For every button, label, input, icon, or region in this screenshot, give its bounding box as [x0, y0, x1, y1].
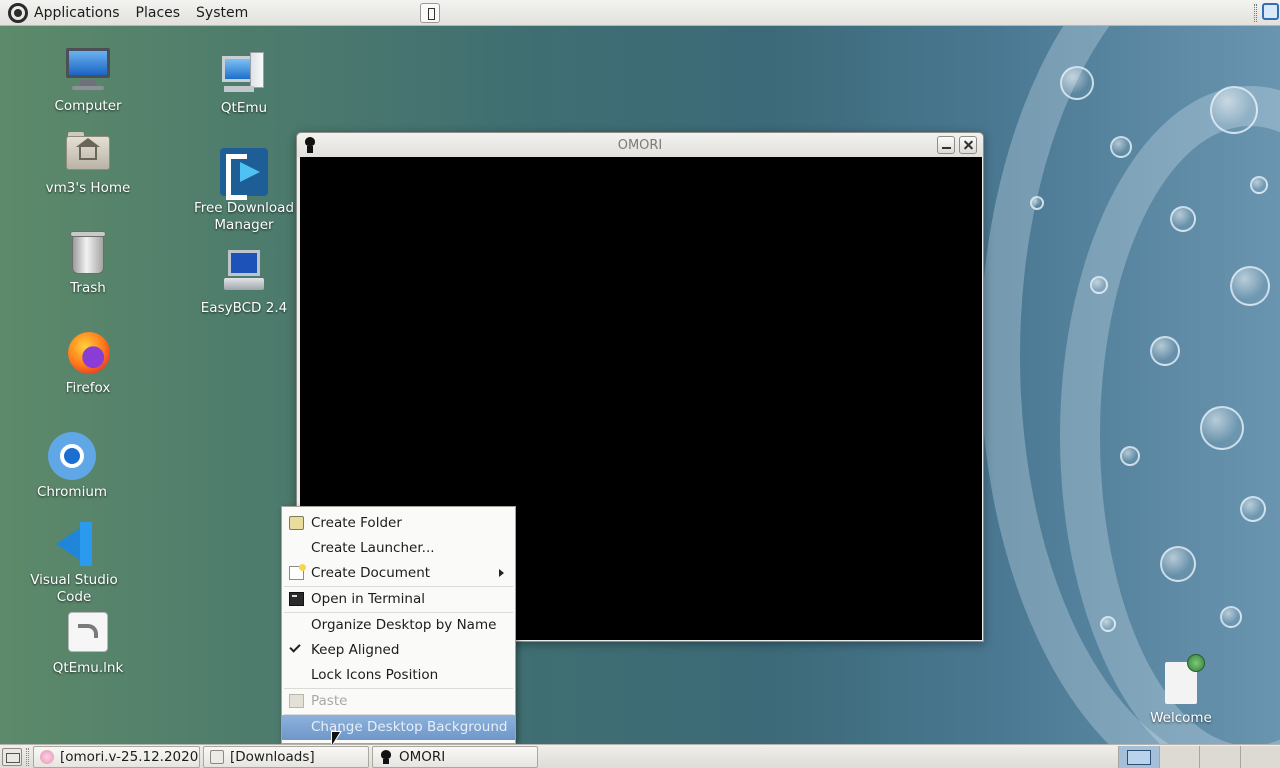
places-menu[interactable]: Places: [128, 0, 189, 26]
workspace-1[interactable]: [1118, 746, 1159, 768]
desktop-icon-label: Welcome: [1150, 710, 1212, 726]
places-menu-label: Places: [135, 4, 181, 21]
folder-icon: [210, 750, 224, 764]
desktop-icon-fdm[interactable]: Free Download Manager: [189, 148, 299, 234]
paste-icon: [289, 694, 304, 708]
close-button[interactable]: [959, 136, 977, 154]
workspace-4[interactable]: [1239, 746, 1280, 768]
menu-item-label: Create Document: [311, 565, 431, 581]
archive-icon: [40, 750, 54, 764]
omori-app-icon: [379, 750, 393, 764]
workspace-switcher[interactable]: [1118, 746, 1280, 768]
desktop-icon-label: Visual Studio Code: [30, 572, 118, 605]
taskbar-item-omori-archive[interactable]: [omori.v-25.12.2020...: [33, 746, 200, 768]
terminal-icon: [289, 592, 304, 606]
desktop-icon-vscode[interactable]: Visual Studio Code: [14, 520, 134, 606]
menu-item-create-folder[interactable]: Create Folder: [282, 511, 515, 536]
menu-item-label: Organize Desktop by Name: [311, 617, 497, 633]
distro-logo-icon: [8, 2, 28, 23]
desktop-icon-firefox[interactable]: Firefox: [33, 328, 143, 397]
menu-item-label: Create Launcher...: [311, 540, 435, 556]
menu-item-change-background[interactable]: Change Desktop Background: [282, 715, 515, 740]
desktop-icon-label: Trash: [70, 280, 106, 296]
shortcut-icon: [64, 608, 112, 656]
desktop-icon-label: Computer: [54, 98, 122, 114]
new-document-icon: [289, 564, 306, 580]
menu-item-lock-icons[interactable]: Lock Icons Position: [282, 663, 515, 688]
menu-item-paste: Paste: [282, 689, 515, 714]
desktop-icon-qtemu[interactable]: QtEmu: [189, 48, 299, 117]
trash-icon: [64, 228, 112, 276]
taskbar-item-downloads[interactable]: [Downloads]: [203, 746, 369, 768]
taskbar-item-label: [Downloads]: [230, 749, 315, 765]
checkmark-icon: [289, 641, 301, 653]
chromium-icon: [48, 432, 96, 480]
menu-item-label: Open in Terminal: [311, 591, 425, 607]
desktop-icon-label: EasyBCD 2.4: [200, 300, 288, 316]
applications-menu-label: Applications: [34, 4, 120, 21]
folder-icon: [289, 516, 304, 530]
desktop-icon-label: QtEmu.lnk: [52, 660, 124, 676]
panel-separator: [26, 748, 29, 766]
qtemu-icon: [220, 48, 268, 96]
desktop-icon-welcome[interactable]: Welcome: [1146, 652, 1216, 726]
welcome-document-icon: [1165, 654, 1205, 704]
menu-item-label: Paste: [311, 693, 348, 709]
desktop-icon-computer[interactable]: Computer: [33, 46, 143, 115]
free-download-manager-icon: [220, 148, 268, 200]
desktop-icon-label: Firefox: [65, 380, 111, 396]
taskbar-item-label: OMORI: [399, 749, 446, 765]
applications-menu[interactable]: Applications: [0, 0, 128, 26]
desktop-icon-qtemu-lnk[interactable]: QtEmu.lnk: [33, 608, 143, 677]
menu-item-keep-aligned[interactable]: Keep Aligned: [282, 638, 515, 663]
vscode-icon: [50, 520, 98, 568]
window-titlebar[interactable]: OMORI: [297, 133, 983, 157]
desktop-icon-label: Free Download Manager: [193, 200, 295, 233]
desktop-icon-home[interactable]: vm3's Home: [33, 128, 143, 197]
omori-app-icon[interactable]: [304, 137, 316, 153]
desktop-icon-label: Chromium: [36, 484, 108, 500]
menu-item-open-terminal[interactable]: Open in Terminal: [282, 587, 515, 612]
desktop-icon-label: QtEmu: [220, 100, 268, 116]
show-desktop-button[interactable]: [2, 748, 22, 766]
taskbar-item-label: [omori.v-25.12.2020...: [60, 749, 200, 765]
workspace-2[interactable]: [1158, 746, 1199, 768]
taskbar-item-omori[interactable]: OMORI: [372, 746, 538, 768]
menu-item-organize-desktop[interactable]: Organize Desktop by Name: [282, 613, 515, 638]
workspace-3[interactable]: [1199, 746, 1240, 768]
desktop-icon-chromium[interactable]: Chromium: [17, 432, 127, 501]
home-folder-icon: [64, 128, 112, 176]
menu-item-label: Create Folder: [311, 515, 402, 531]
system-menu[interactable]: System: [188, 0, 256, 26]
easybcd-icon: [220, 248, 268, 296]
desktop-icon-trash[interactable]: Trash: [33, 228, 143, 297]
window-title: OMORI: [617, 137, 663, 153]
panel-separator: [1254, 4, 1257, 22]
desktop-icon-label: vm3's Home: [45, 180, 131, 196]
computer-icon: [64, 46, 112, 94]
menu-item-create-launcher[interactable]: Create Launcher...: [282, 536, 515, 561]
menu-item-label: Lock Icons Position: [311, 667, 439, 683]
network-icon[interactable]: [1262, 3, 1279, 20]
submenu-arrow-icon: [499, 569, 504, 577]
panel-launcher-icon[interactable]: [420, 3, 440, 23]
menu-item-label: Keep Aligned: [311, 642, 400, 658]
menu-item-create-document[interactable]: Create Document: [282, 561, 515, 586]
desktop-icon-easybcd[interactable]: EasyBCD 2.4: [189, 248, 299, 317]
system-menu-label: System: [196, 4, 249, 21]
desktop-context-menu: Create Folder Create Launcher... Create …: [281, 506, 516, 744]
top-panel: Applications Places System: [0, 0, 1280, 26]
bottom-panel: [omori.v-25.12.2020... [Downloads] OMORI: [0, 744, 1280, 768]
minimize-button[interactable]: [937, 136, 955, 154]
firefox-icon: [64, 328, 112, 376]
